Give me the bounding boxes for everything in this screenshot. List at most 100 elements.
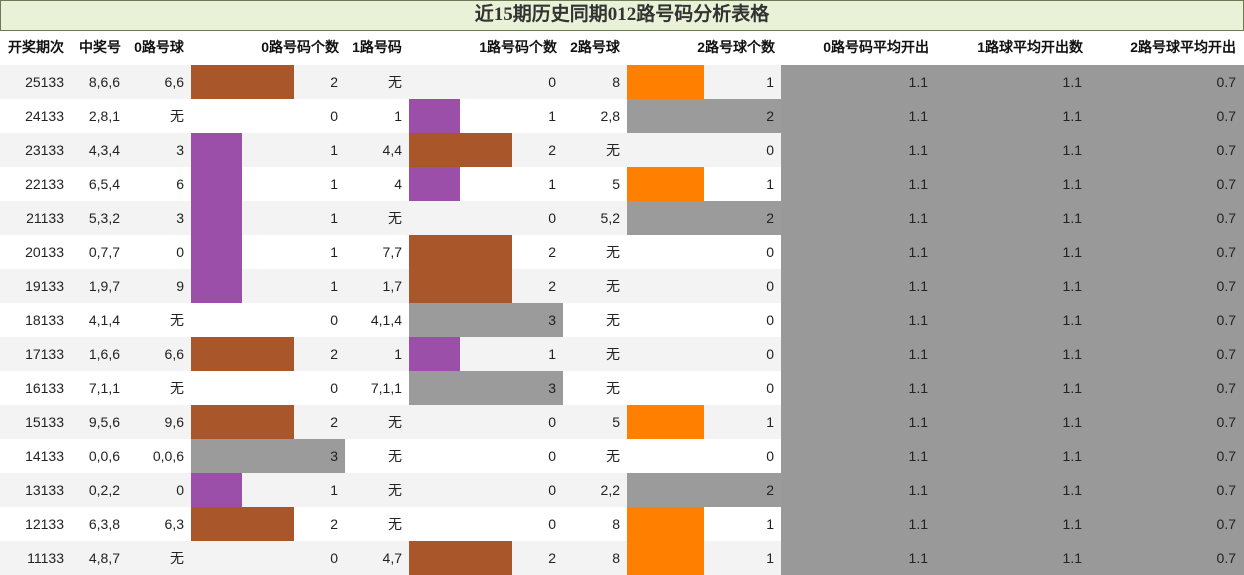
- cell-period: 19133: [25, 278, 64, 294]
- cell-number: 4,8,7: [88, 550, 120, 566]
- cell-c0: 2: [330, 516, 338, 532]
- cell-c1: 2: [548, 244, 556, 260]
- cell-r2: 5: [612, 414, 620, 430]
- cell-c0: 2: [330, 346, 338, 362]
- cell-a2: 0.7: [1216, 380, 1236, 396]
- cell-number: 2,8,1: [88, 108, 120, 124]
- cell-r1: 1: [394, 108, 402, 124]
- cell-a0: 1.1: [908, 108, 928, 124]
- cell-r2: 8: [612, 516, 620, 532]
- header-period: 开奖期次: [8, 39, 64, 55]
- cell-c2: 1: [766, 74, 774, 90]
- cell-a0: 1.1: [908, 448, 928, 464]
- cell-a1: 1.1: [1062, 142, 1082, 158]
- cell-r1: 无: [388, 210, 402, 226]
- cell-c2: 1: [766, 550, 774, 566]
- cell-a0: 1.1: [908, 312, 928, 328]
- cell-r1: 7,1,1: [370, 380, 402, 396]
- cell-r0: 9: [176, 278, 184, 294]
- cell-r1: 无: [388, 74, 402, 90]
- cell-c1: 1: [548, 346, 556, 362]
- cell-a1: 1.1: [1062, 482, 1082, 498]
- cell-c0: 0: [330, 108, 338, 124]
- cell-a2: 0.7: [1216, 448, 1236, 464]
- cell-c2: 0: [766, 278, 774, 294]
- cell-period: 18133: [25, 312, 64, 328]
- cell-a2: 0.7: [1216, 74, 1236, 90]
- cell-r2: 5: [612, 176, 620, 192]
- cell-c2: 1: [766, 176, 774, 192]
- cell-c0: 3: [330, 448, 338, 464]
- cell-a1: 1.1: [1062, 448, 1082, 464]
- cell-a0: 1.1: [908, 176, 928, 192]
- cell-r2: 2,2: [600, 482, 620, 498]
- cell-a2: 0.7: [1216, 346, 1236, 362]
- cell-r2: 无: [606, 278, 620, 294]
- cell-number: 0,2,2: [88, 482, 120, 498]
- cell-c1: 2: [548, 278, 556, 294]
- cell-a1: 1.1: [1062, 210, 1082, 226]
- cell-c2: 2: [766, 482, 774, 498]
- cell-c0: 1: [330, 482, 338, 498]
- cell-period: 24133: [25, 108, 64, 124]
- cell-period: 21133: [26, 210, 64, 226]
- cell-r0: 0,0,6: [152, 448, 184, 464]
- cell-c0: 0: [330, 312, 338, 328]
- cell-period: 15133: [25, 414, 64, 430]
- cell-c1: 0: [548, 74, 556, 90]
- cell-a2: 0.7: [1216, 244, 1236, 260]
- cell-a2: 0.7: [1216, 414, 1236, 430]
- cell-period: 25133: [25, 74, 64, 90]
- cell-number: 6,5,4: [88, 176, 120, 192]
- cell-a1: 1.1: [1062, 108, 1082, 124]
- cell-a1: 1.1: [1062, 278, 1082, 294]
- cell-r1: 4: [394, 176, 402, 192]
- header-r2: 2路号球: [570, 39, 620, 55]
- cell-period: 23133: [25, 142, 64, 158]
- cell-a0: 1.1: [908, 516, 928, 532]
- cell-r2: 2,8: [600, 108, 620, 124]
- cell-c2: 0: [766, 312, 774, 328]
- cell-r1: 无: [388, 516, 402, 532]
- cell-number: 0,0,6: [88, 448, 120, 464]
- cell-a0: 1.1: [908, 414, 928, 430]
- cell-period: 20133: [25, 244, 64, 260]
- cell-r1: 7,7: [382, 244, 402, 260]
- cell-c1: 0: [548, 448, 556, 464]
- cell-c1: 0: [548, 516, 556, 532]
- cell-r1: 无: [388, 414, 402, 430]
- cell-a2: 0.7: [1216, 176, 1236, 192]
- cell-a0: 1.1: [908, 210, 928, 226]
- cell-number: 4,3,4: [88, 142, 120, 158]
- cell-r0: 9,6: [164, 414, 184, 430]
- table-title: 近15期历史同期012路号码分析表格: [0, 0, 1244, 31]
- cell-a0: 1.1: [908, 244, 928, 260]
- cell-c0: 2: [330, 414, 338, 430]
- cell-a2: 0.7: [1216, 108, 1236, 124]
- cell-c1: 0: [548, 414, 556, 430]
- header-r1: 1路号码: [352, 39, 402, 55]
- cell-r0: 0: [176, 244, 184, 260]
- cell-a0: 1.1: [908, 550, 928, 566]
- cell-number: 8,6,6: [88, 74, 120, 90]
- cell-c2: 2: [766, 108, 774, 124]
- cell-c0: 0: [330, 380, 338, 396]
- cell-c1: 0: [548, 210, 556, 226]
- cell-c0: 1: [330, 278, 338, 294]
- header-c0: 0路号码个数: [261, 39, 339, 55]
- cell-r0: 无: [170, 312, 184, 328]
- cell-c1: 1: [548, 108, 556, 124]
- cell-r1: 4,1,4: [370, 312, 402, 328]
- cell-r1: 无: [388, 448, 402, 464]
- cell-r0: 无: [170, 108, 184, 124]
- cell-a1: 1.1: [1062, 74, 1082, 90]
- cell-r0: 3: [176, 210, 184, 226]
- cell-a1: 1.1: [1062, 516, 1082, 532]
- cell-c2: 1: [766, 414, 774, 430]
- cell-c1: 1: [548, 176, 556, 192]
- cell-c0: 2: [330, 74, 338, 90]
- header-c1: 1路号码个数: [479, 39, 557, 55]
- cell-r0: 0: [176, 482, 184, 498]
- cell-a2: 0.7: [1216, 142, 1236, 158]
- cell-r0: 6,3: [164, 516, 184, 532]
